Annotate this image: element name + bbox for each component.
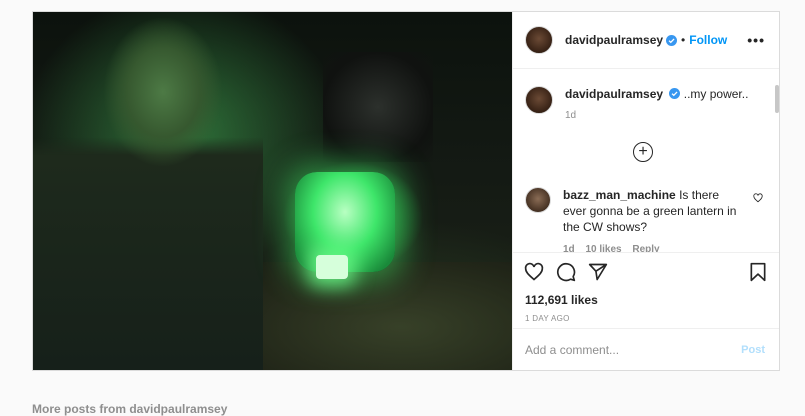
load-more-icon[interactable]: +: [633, 142, 653, 162]
more-posts-heading: More posts from davidpaulramsey: [32, 402, 228, 416]
photo-camera: [323, 52, 433, 162]
post-photo[interactable]: [33, 12, 512, 370]
post-caption: davidpaulramsey ..my power.. 1d: [525, 86, 748, 124]
header-dot: •: [681, 33, 686, 47]
comment-reply[interactable]: Reply: [632, 244, 659, 252]
comment-icon[interactable]: [556, 262, 576, 282]
bookmark-icon[interactable]: [748, 262, 768, 282]
commenter-avatar[interactable]: [525, 187, 551, 213]
author-avatar[interactable]: [525, 26, 553, 54]
comment-likes[interactable]: 10 likes: [585, 244, 621, 252]
author-username[interactable]: davidpaulramsey: [565, 33, 663, 47]
add-comment-input[interactable]: [525, 342, 742, 357]
caption-text: ..my power..: [683, 87, 749, 101]
share-icon[interactable]: [588, 262, 608, 282]
heart-icon[interactable]: [524, 262, 544, 282]
instagram-post: davidpaulramsey • Follow ••• davidpaulra…: [32, 11, 780, 371]
comment-item: bazz_man_machine Is there ever gonna be …: [525, 187, 763, 252]
caption-age[interactable]: 1d: [565, 108, 748, 124]
add-comment-bar: Post: [513, 329, 779, 370]
likes-count[interactable]: 112,691 likes: [513, 291, 779, 309]
photo-person: [33, 12, 263, 370]
post-sidebar: davidpaulramsey • Follow ••• davidpaulra…: [512, 12, 779, 370]
more-options-icon[interactable]: •••: [747, 32, 765, 48]
caption-avatar[interactable]: [525, 86, 553, 114]
comments-area[interactable]: davidpaulramsey ..my power.. 1d + bazz_m…: [513, 69, 779, 253]
caption-username[interactable]: davidpaulramsey: [565, 87, 663, 101]
post-comment-button[interactable]: Post: [741, 344, 765, 356]
photo-lantern-light: [316, 255, 348, 279]
post-header: davidpaulramsey • Follow •••: [513, 12, 779, 69]
post-timestamp[interactable]: 1 DAY AGO: [513, 309, 779, 329]
comment-age[interactable]: 1d: [563, 244, 575, 252]
commenter-username[interactable]: bazz_man_machine: [563, 188, 676, 202]
verified-badge-icon: [666, 34, 678, 46]
post-actions: [513, 253, 779, 291]
photo-ground: [233, 262, 512, 370]
follow-button[interactable]: Follow: [689, 33, 727, 47]
verified-badge-icon: [669, 88, 681, 99]
heart-icon[interactable]: [753, 193, 763, 203]
comments-scrollbar[interactable]: [775, 85, 779, 113]
